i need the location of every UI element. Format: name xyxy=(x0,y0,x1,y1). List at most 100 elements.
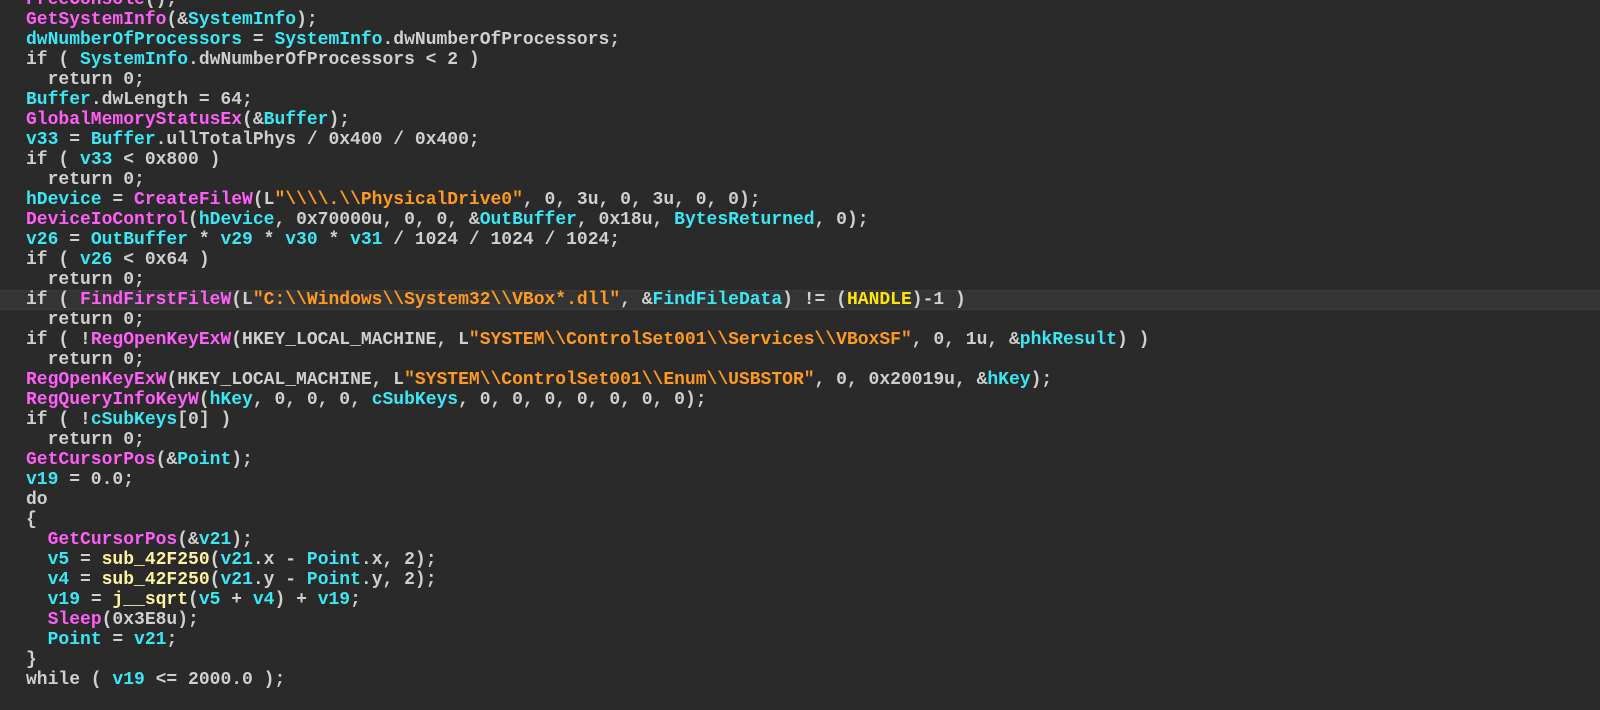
code-line[interactable]: return 0; xyxy=(26,350,1149,370)
identifier[interactable]: SystemInfo xyxy=(188,10,296,30)
identifier[interactable]: OutBuffer xyxy=(91,230,188,250)
identifier[interactable]: v4 xyxy=(253,590,275,610)
code-line[interactable]: return 0; xyxy=(26,430,1149,450)
code-line[interactable]: Point = v21; xyxy=(26,630,1149,650)
code-line[interactable]: v26 = OutBuffer * v29 * v30 * v31 / 1024… xyxy=(26,230,1149,250)
code-line[interactable]: GetSystemInfo(&SystemInfo); xyxy=(26,10,1149,30)
function-call[interactable]: RegOpenKeyExW xyxy=(26,370,166,390)
function-call[interactable]: Sleep xyxy=(48,610,102,630)
identifier[interactable]: v31 xyxy=(350,230,382,250)
identifier[interactable]: BytesReturned xyxy=(674,210,814,230)
function-call[interactable]: FreeConsole xyxy=(26,0,145,10)
code-line[interactable]: return 0; xyxy=(26,170,1149,190)
identifier[interactable]: v29 xyxy=(220,230,252,250)
code-line[interactable]: Buffer.dwLength = 64; xyxy=(26,90,1149,110)
code-line[interactable]: if ( v33 < 0x800 ) xyxy=(26,150,1149,170)
code-line[interactable]: FreeConsole(); xyxy=(26,0,1149,10)
function-call[interactable]: FindFirstFileW xyxy=(80,290,231,310)
code-line[interactable]: do xyxy=(26,490,1149,510)
sub-function-call[interactable]: sub_42F250 xyxy=(102,550,210,570)
code-line[interactable]: GlobalMemoryStatusEx(&Buffer); xyxy=(26,110,1149,130)
sub-function-call[interactable]: sub_42F250 xyxy=(102,570,210,590)
code-text: = xyxy=(242,30,275,50)
code-line[interactable]: return 0; xyxy=(26,70,1149,90)
code-line[interactable]: if ( !cSubKeys[0] ) xyxy=(26,410,1149,430)
code-line[interactable]: while ( v19 <= 2000.0 ); xyxy=(26,670,1149,690)
code-line[interactable]: GetCursorPos(&Point); xyxy=(26,450,1149,470)
identifier[interactable]: v26 xyxy=(80,250,112,270)
code-line[interactable]: v33 = Buffer.ullTotalPhys / 0x400 / 0x40… xyxy=(26,130,1149,150)
code-text: = 0.0; xyxy=(58,470,135,490)
identifier[interactable]: phkResult xyxy=(1020,330,1117,350)
identifier[interactable]: v33 xyxy=(80,150,112,170)
code-line[interactable]: v19 = 0.0; xyxy=(26,470,1149,490)
function-call[interactable]: GetCursorPos xyxy=(26,450,156,470)
function-call[interactable]: CreateFileW xyxy=(134,190,253,210)
identifier[interactable]: hDevice xyxy=(26,190,102,210)
identifier[interactable]: Point xyxy=(48,630,102,650)
code-line[interactable]: return 0; xyxy=(26,310,1149,330)
identifier[interactable]: v21 xyxy=(220,570,252,590)
code-text: = xyxy=(101,630,135,650)
identifier[interactable]: FindFileData xyxy=(653,290,783,310)
function-call[interactable]: RegOpenKeyExW xyxy=(91,330,231,350)
code-line[interactable]: RegOpenKeyExW(HKEY_LOCAL_MACHINE, L"SYST… xyxy=(26,370,1149,390)
identifier[interactable]: cSubKeys xyxy=(372,390,458,410)
code-line[interactable]: v5 = sub_42F250(v21.x - Point.x, 2); xyxy=(26,550,1149,570)
identifier[interactable]: Point xyxy=(307,570,361,590)
identifier[interactable]: v21 xyxy=(220,550,252,570)
code-line[interactable]: hDevice = CreateFileW(L"\\\\.\\PhysicalD… xyxy=(26,190,1149,210)
code-line[interactable]: if ( SystemInfo.dwNumberOfProcessors < 2… xyxy=(26,50,1149,70)
code-text: , 0, 0x20019u, & xyxy=(814,370,988,390)
code-line[interactable]: Sleep(0x3E8u); xyxy=(26,610,1149,630)
code-line[interactable]: RegQueryInfoKeyW(hKey, 0, 0, 0, cSubKeys… xyxy=(26,390,1149,410)
code-listing[interactable]: FreeConsole(); GetSystemInfo(&SystemInfo)… xyxy=(0,0,1600,690)
code-text: (& xyxy=(242,110,264,130)
identifier[interactable]: v19 xyxy=(26,470,58,490)
identifier[interactable]: dwNumberOfProcessors xyxy=(26,30,242,50)
function-call[interactable]: GetSystemInfo xyxy=(26,10,166,30)
identifier[interactable]: OutBuffer xyxy=(480,210,577,230)
identifier[interactable]: Buffer xyxy=(264,110,329,130)
code-line[interactable]: GetCursorPos(&v21); xyxy=(26,530,1149,550)
code-line[interactable]: dwNumberOfProcessors = SystemInfo.dwNumb… xyxy=(26,30,1149,50)
identifier[interactable]: v5 xyxy=(199,590,221,610)
identifier[interactable]: v33 xyxy=(26,130,58,150)
identifier[interactable]: SystemInfo xyxy=(80,50,188,70)
identifier[interactable]: hKey xyxy=(987,370,1030,390)
code-line-current[interactable]: if ( FindFirstFileW(L"C:\\Windows\\Syste… xyxy=(0,290,1600,310)
code-line[interactable]: } xyxy=(26,650,1149,670)
code-line[interactable]: return 0; xyxy=(26,270,1149,290)
code-line[interactable]: v19 = j__sqrt(v5 + v4) + v19; xyxy=(26,590,1149,610)
sub-function-call[interactable]: j__sqrt xyxy=(112,590,188,610)
identifier[interactable]: Buffer xyxy=(26,90,91,110)
code-line[interactable]: if ( v26 < 0x64 ) xyxy=(26,250,1149,270)
identifier[interactable]: v30 xyxy=(285,230,317,250)
identifier[interactable]: hDevice xyxy=(199,210,275,230)
code-line[interactable]: v4 = sub_42F250(v21.y - Point.y, 2); xyxy=(26,570,1149,590)
identifier[interactable]: v26 xyxy=(26,230,58,250)
function-call[interactable]: DeviceIoControl xyxy=(26,210,188,230)
function-call[interactable]: RegQueryInfoKeyW xyxy=(26,390,199,410)
identifier[interactable]: v4 xyxy=(48,570,70,590)
code-line[interactable]: { xyxy=(26,510,1149,530)
identifier[interactable]: v19 xyxy=(112,670,144,690)
function-call[interactable]: GlobalMemoryStatusEx xyxy=(26,110,242,130)
identifier[interactable]: Point xyxy=(307,550,361,570)
identifier[interactable]: SystemInfo xyxy=(274,30,382,50)
code-line[interactable]: if ( !RegOpenKeyExW(HKEY_LOCAL_MACHINE, … xyxy=(26,330,1149,350)
identifier[interactable]: v19 xyxy=(48,590,80,610)
identifier[interactable]: v5 xyxy=(48,550,70,570)
identifier[interactable]: v21 xyxy=(199,530,231,550)
identifier[interactable]: cSubKeys xyxy=(91,410,177,430)
identifier[interactable]: v19 xyxy=(318,590,350,610)
code-text: if ( ! xyxy=(26,330,91,350)
identifier[interactable]: Buffer xyxy=(91,130,156,150)
code-text: .x, 2); xyxy=(360,550,437,570)
identifier[interactable]: Point xyxy=(177,450,231,470)
code-line[interactable]: DeviceIoControl(hDevice, 0x70000u, 0, 0,… xyxy=(26,210,1149,230)
function-call[interactable]: GetCursorPos xyxy=(48,530,178,550)
decompiler-pseudocode-view[interactable]: FreeConsole(); GetSystemInfo(&SystemInfo)… xyxy=(0,0,1600,710)
identifier[interactable]: hKey xyxy=(210,390,253,410)
identifier[interactable]: v21 xyxy=(134,630,166,650)
